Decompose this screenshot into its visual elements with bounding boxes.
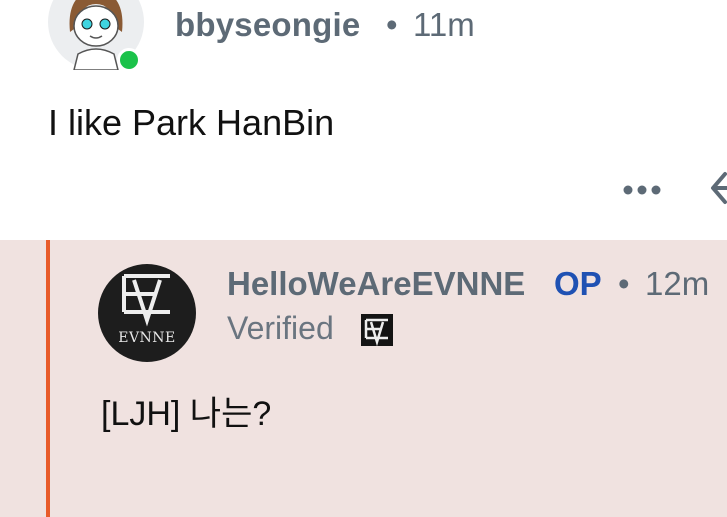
- verified-badge-icon: [361, 314, 393, 347]
- comment-username[interactable]: bbyseongie: [175, 6, 360, 44]
- comment-body: I like Park HanBin: [48, 102, 335, 143]
- evnne-logo-icon: [122, 274, 170, 327]
- verified-label: Verified: [227, 310, 334, 346]
- evnne-avatar[interactable]: EVNNE: [98, 264, 196, 362]
- more-horizontal-icon[interactable]: [620, 176, 664, 204]
- thread-line[interactable]: [46, 240, 50, 517]
- avatar-logo-text: EVNNE: [118, 330, 176, 346]
- reply-username[interactable]: HelloWeAreEVNNE: [227, 265, 525, 303]
- reply-body: [LJH] 나는?: [101, 395, 272, 433]
- comment-timestamp: 11m: [413, 6, 475, 43]
- meta-separator: •: [618, 265, 630, 302]
- reply-arrow-icon[interactable]: [705, 168, 727, 208]
- reply-timestamp: 12m: [645, 265, 710, 302]
- op-badge: OP: [554, 265, 602, 302]
- meta-separator: •: [386, 6, 398, 43]
- online-status-indicator: [117, 48, 141, 72]
